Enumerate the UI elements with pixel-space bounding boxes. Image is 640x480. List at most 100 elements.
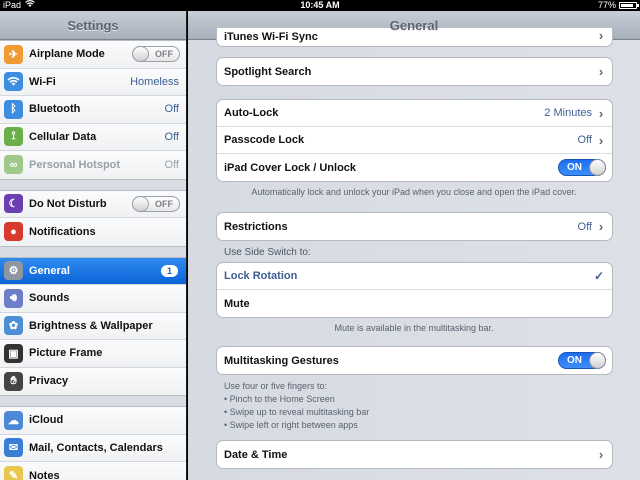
mute-row[interactable]: Mute	[217, 290, 612, 317]
sidebar-group-connectivity: ✈ Airplane Mode OFF Wi-Fi Homeless ᛒ Blu…	[0, 40, 186, 180]
sidebar-item-privacy[interactable]: ✋︎ Privacy	[0, 367, 186, 395]
gestures-note-line: • Swipe up to reveal multitasking bar	[224, 407, 370, 417]
gestures-note-line: • Pinch to the Home Screen	[224, 394, 335, 404]
sidebar-item-value: Off	[164, 130, 179, 143]
sidebar-item-label: Brightness & Wallpaper	[29, 319, 153, 332]
restrictions-row[interactable]: Restrictions Off ›	[217, 213, 612, 240]
row-label: iPad Cover Lock / Unlock	[224, 161, 357, 174]
sidebar-item-picture-frame[interactable]: ▣ Picture Frame	[0, 340, 186, 368]
toggle-knob	[132, 46, 149, 63]
sidebar-item-personal-hotspot[interactable]: ∞ Personal Hotspot Off	[0, 151, 186, 179]
chevron-right-icon: ›	[598, 105, 604, 121]
row-label: iTunes Wi-Fi Sync	[224, 31, 318, 43]
sidebar-item-bluetooth[interactable]: ᛒ Bluetooth Off	[0, 96, 186, 124]
do-not-disturb-toggle[interactable]: OFF	[132, 195, 180, 212]
toggle-text: ON	[567, 355, 582, 366]
cellular-icon: ⟟	[4, 127, 23, 147]
sidebar-item-wifi[interactable]: Wi-Fi Homeless	[0, 68, 186, 96]
cloud-icon: ☁	[4, 410, 23, 430]
auto-lock-row[interactable]: Auto-Lock 2 Minutes ›	[217, 100, 612, 127]
speaker-icon: 🔊︎	[4, 288, 23, 308]
picture-frame-icon: ▣	[4, 343, 23, 363]
airplane-mode-toggle[interactable]: OFF	[132, 46, 180, 63]
sidebar-item-do-not-disturb[interactable]: ☾ Do Not Disturb OFF	[0, 190, 186, 218]
multitasking-group: Multitasking Gestures ON	[216, 346, 613, 375]
sidebar-item-label: Do Not Disturb	[29, 197, 107, 210]
sidebar-item-notifications[interactable]: ● Notifications	[0, 218, 186, 246]
status-time: 10:45 AM	[300, 0, 340, 10]
checkmark-icon: ✓	[593, 269, 604, 283]
datetime-group: Date & Time ›	[216, 440, 613, 469]
multitasking-gestures-row: Multitasking Gestures ON	[217, 347, 612, 374]
sidebar-item-notes[interactable]: ✎ Notes	[0, 462, 186, 480]
sidebar-item-label: Cellular Data	[29, 130, 97, 143]
sidebar-item-general[interactable]: ⚙ General 1	[0, 257, 186, 285]
row-value: 2 Minutes	[544, 107, 592, 119]
chevron-right-icon: ›	[598, 219, 604, 234]
gestures-note-line: Use four or five fingers to:	[224, 381, 328, 391]
sidebar-item-label: Bluetooth	[29, 103, 81, 116]
sidebar-item-label: iCloud	[29, 414, 64, 427]
gestures-footnote: Use four or five fingers to: • Pinch to …	[224, 380, 612, 432]
spotlight-group: Spotlight Search ›	[216, 57, 613, 86]
battery-icon	[619, 2, 639, 9]
lock-rotation-row[interactable]: Lock Rotation ✓	[217, 263, 612, 290]
row-label: Multitasking Gestures	[224, 354, 339, 367]
side-switch-header: Use Side Switch to:	[224, 247, 311, 258]
row-label: Auto-Lock	[224, 107, 279, 119]
sidebar-item-icloud[interactable]: ☁ iCloud	[0, 407, 186, 435]
date-time-row[interactable]: Date & Time ›	[217, 441, 612, 468]
battery-percent: 77%	[597, 0, 616, 10]
sidebar-title: Settings	[0, 11, 186, 40]
sidebar-item-label: Notifications	[29, 225, 96, 238]
gestures-note-line: • Swipe left or right between apps	[224, 420, 358, 430]
multitasking-gestures-toggle[interactable]: ON	[558, 352, 606, 369]
toggle-text: ON	[567, 162, 582, 173]
restrictions-group: Restrictions Off ›	[216, 212, 613, 241]
sidebar-item-label: Airplane Mode	[29, 48, 105, 61]
lock-group: Auto-Lock 2 Minutes › Passcode Lock Off …	[216, 99, 613, 182]
bluetooth-icon: ᛒ	[4, 99, 23, 119]
mail-icon: ✉	[4, 438, 23, 458]
row-label: Spotlight Search	[224, 65, 312, 78]
side-switch-group: Lock Rotation ✓ Mute	[216, 262, 613, 318]
row-value: Off	[577, 220, 592, 233]
sidebar-item-label: Mail, Contacts, Calendars	[29, 441, 163, 454]
sidebar-item-cellular-data[interactable]: ⟟ Cellular Data Off	[0, 123, 186, 151]
sidebar-item-value: Off	[164, 158, 179, 171]
sidebar-group-accounts: ☁ iCloud ✉ Mail, Contacts, Calendars ✎ N…	[0, 406, 186, 480]
sidebar-item-brightness-wallpaper[interactable]: ✿ Brightness & Wallpaper	[0, 312, 186, 340]
sidebar-group-general: ⚙ General 1 🔊︎ Sounds ✿ Brightness & Wal…	[0, 256, 186, 396]
passcode-lock-row[interactable]: Passcode Lock Off ›	[217, 127, 612, 154]
sidebar-item-label: Picture Frame	[29, 347, 103, 360]
ipad-cover-lock-row: iPad Cover Lock / Unlock ON	[217, 154, 612, 181]
sidebar-item-label: Sounds	[29, 292, 70, 305]
gear-icon: ⚙	[4, 261, 23, 281]
sidebar-item-sounds[interactable]: 🔊︎ Sounds	[0, 285, 186, 313]
mute-footnote: Mute is available in the multitasking ba…	[334, 323, 494, 333]
sidebar-item-label: Personal Hotspot	[29, 158, 121, 171]
toggle-knob	[589, 352, 606, 369]
row-label: Lock Rotation	[224, 270, 298, 282]
sidebar-item-label: Wi-Fi	[29, 75, 56, 88]
chevron-right-icon: ›	[598, 28, 604, 43]
airplane-icon: ✈	[4, 44, 23, 64]
notifications-icon: ●	[4, 222, 23, 242]
toggle-knob	[589, 159, 606, 176]
sidebar-item-value: Off	[164, 103, 179, 116]
settings-sidebar: Settings ✈ Airplane Mode OFF Wi-Fi Homel…	[0, 11, 187, 480]
toggle-knob	[132, 195, 149, 212]
itunes-wifi-sync-row[interactable]: iTunes Wi-Fi Sync ›	[217, 28, 612, 46]
sidebar-item-airplane-mode[interactable]: ✈ Airplane Mode OFF	[0, 41, 186, 69]
sidebar-item-value: Homeless	[130, 75, 179, 88]
wifi-icon	[4, 72, 23, 92]
sidebar-item-mail-contacts-calendars[interactable]: ✉ Mail, Contacts, Calendars	[0, 434, 186, 462]
update-badge: 1	[160, 264, 178, 277]
sidebar-item-label: Privacy	[29, 375, 69, 388]
status-right: 77%	[597, 0, 639, 11]
cover-lock-toggle[interactable]: ON	[558, 159, 606, 176]
spotlight-search-row[interactable]: Spotlight Search ›	[217, 58, 612, 85]
chevron-right-icon: ›	[598, 132, 604, 148]
